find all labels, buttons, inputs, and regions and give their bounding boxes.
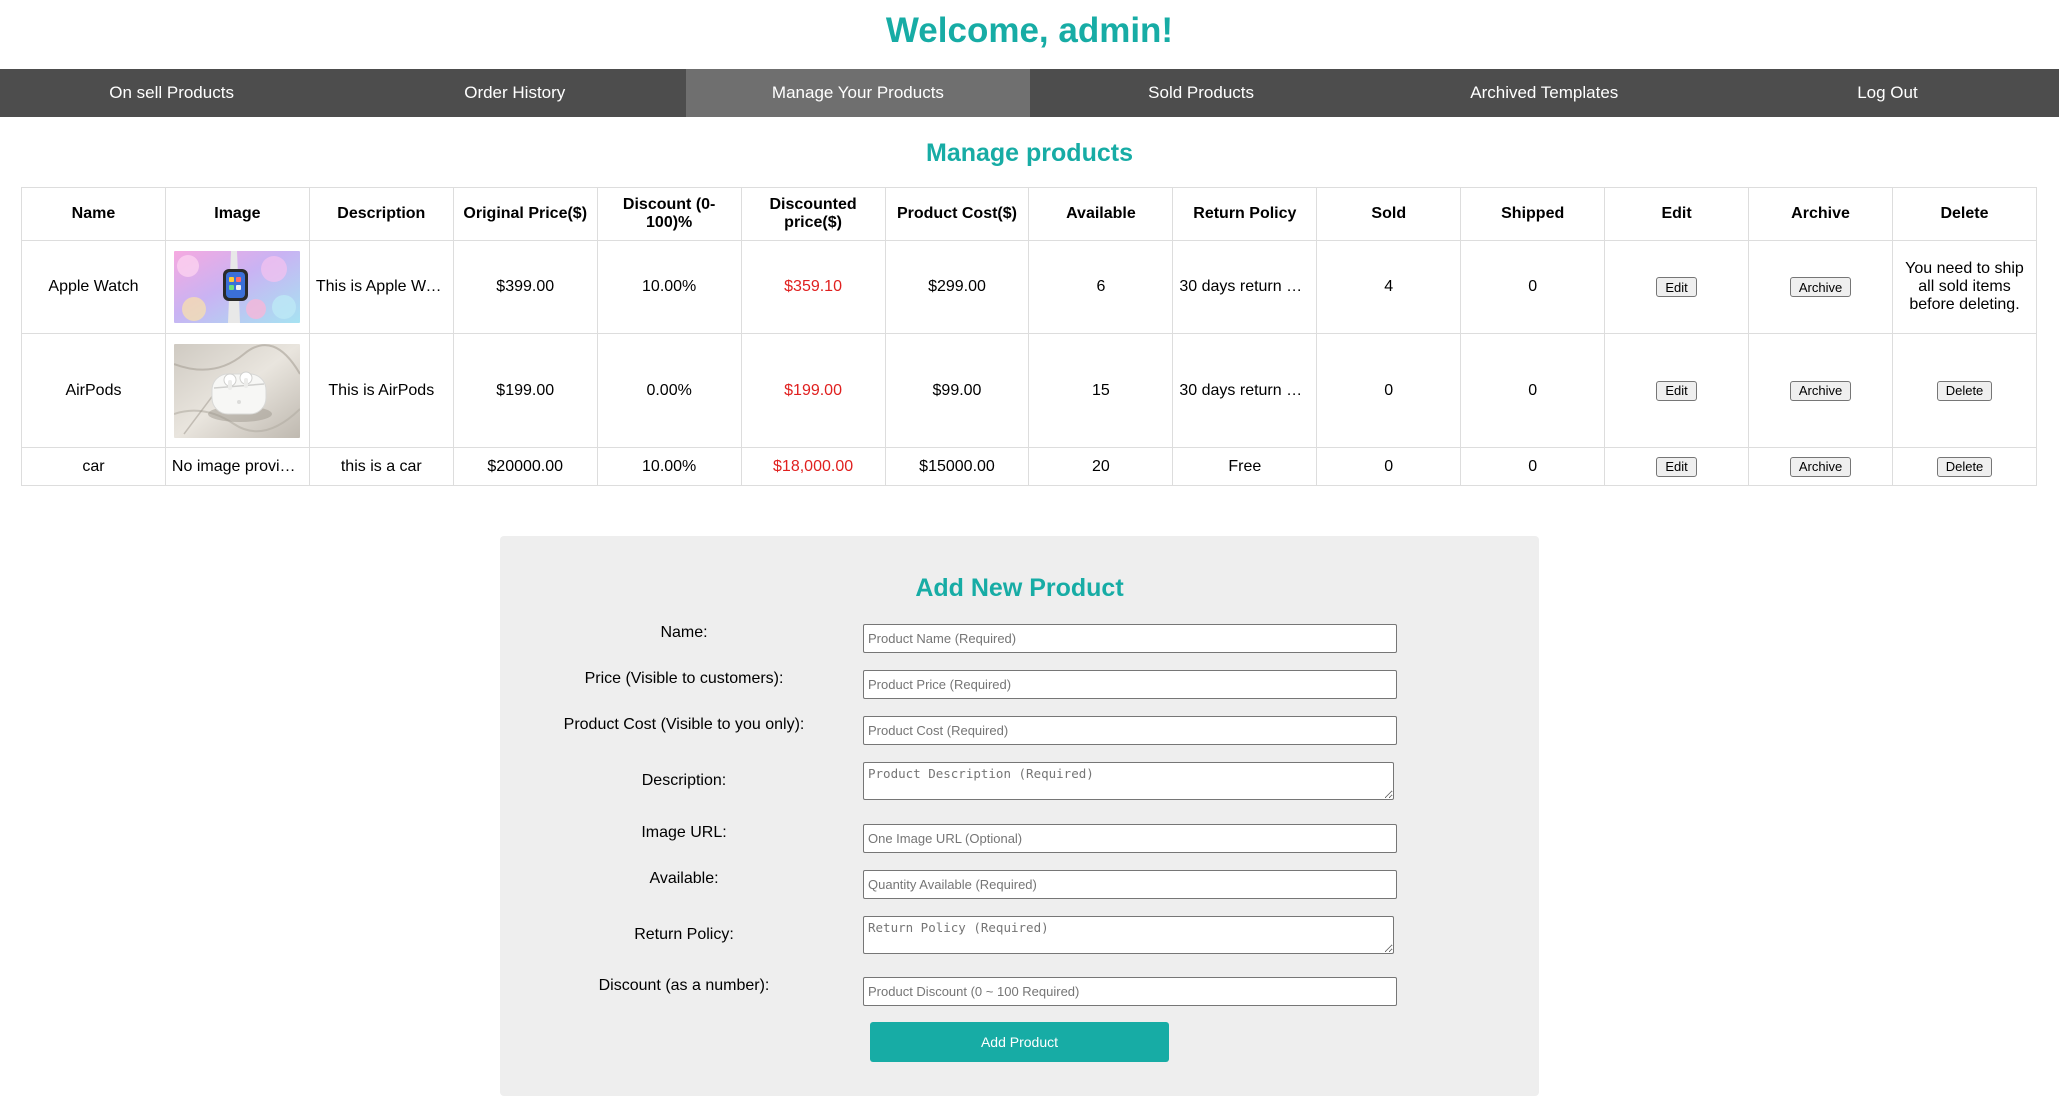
cell-archive: Archive	[1748, 447, 1893, 486]
nav-manage-your-products[interactable]: Manage Your Products	[686, 69, 1030, 117]
nav-log-out[interactable]: Log Out	[1716, 69, 2059, 117]
cell-available: 20	[1028, 447, 1174, 486]
edit-button[interactable]: Edit	[1656, 277, 1697, 297]
column-header-available: Available	[1028, 187, 1174, 241]
return-policy-textarea[interactable]	[863, 916, 1394, 954]
column-header-return-policy: Return Policy	[1172, 187, 1318, 241]
table-row: AirPods This is AirPods $199.00 0.00% $1…	[21, 333, 2038, 448]
welcome-heading: Welcome, admin!	[885, 11, 1174, 50]
image-url-input[interactable]	[863, 824, 1397, 853]
manage-products-title: Manage products	[926, 139, 1133, 167]
cell-name: Apple Watch	[21, 240, 166, 334]
cell-image-missing: No image provided	[164, 447, 310, 486]
cell-delete: Delete	[1891, 447, 2038, 486]
cell-name: AirPods	[21, 333, 166, 448]
nav-sold-products[interactable]: Sold Products	[1030, 69, 1373, 117]
delete-disabled-message: You need to ship all sold items before d…	[1891, 240, 2038, 334]
column-header-discounted-price: Discounted price($)	[740, 187, 886, 241]
cell-edit: Edit	[1604, 240, 1750, 334]
cell-product-cost: $15000.00	[884, 447, 1030, 486]
cell-description: This is Apple Watch	[308, 240, 454, 334]
cell-discounted-price: $199.00	[740, 333, 886, 448]
product-discount-input[interactable]	[863, 977, 1397, 1006]
discount-label: Discount (as a number):	[598, 977, 770, 994]
cell-description: this is a car	[308, 447, 454, 486]
delete-button[interactable]: Delete	[1936, 380, 1993, 401]
name-label: Name:	[660, 624, 708, 641]
cell-sold: 0	[1316, 333, 1462, 448]
cell-shipped: 0	[1460, 333, 1606, 448]
products-table: Name Image Description Original Price($)…	[21, 187, 2038, 486]
price-label: Price (Visible to customers):	[584, 670, 784, 687]
cost-label: Product Cost (Visible to you only):	[563, 716, 805, 733]
cell-available: 15	[1028, 333, 1174, 448]
cell-discount: 0.00%	[596, 333, 742, 448]
cell-return-policy: 30 days return policy	[1172, 240, 1318, 334]
cell-return-policy: 30 days return policy	[1172, 333, 1318, 448]
add-product-button[interactable]: Add Product	[870, 1022, 1169, 1062]
cell-discounted-price: $359.10	[740, 240, 886, 334]
cell-shipped: 0	[1460, 240, 1606, 334]
column-header-description: Description	[308, 187, 454, 241]
edit-button[interactable]: Edit	[1656, 380, 1697, 401]
table-row: Apple Watch This is Apple Watch $399.00 …	[21, 240, 2038, 334]
cell-shipped: 0	[1460, 447, 1606, 486]
column-header-image: Image	[164, 187, 310, 241]
cell-discounted-price: $18,000.00	[740, 447, 886, 486]
cell-return-policy: Free	[1172, 447, 1318, 486]
cell-available: 6	[1028, 240, 1174, 334]
cell-archive: Archive	[1748, 333, 1893, 448]
cell-original-price: $399.00	[452, 240, 598, 334]
column-header-archive: Archive	[1748, 187, 1893, 241]
quantity-available-input[interactable]	[863, 870, 1397, 899]
cell-description: This is AirPods	[308, 333, 454, 448]
cell-sold: 0	[1316, 447, 1462, 486]
cell-sold: 4	[1316, 240, 1462, 334]
column-header-sold: Sold	[1316, 187, 1462, 241]
archive-button[interactable]: Archive	[1789, 456, 1852, 477]
column-header-shipped: Shipped	[1460, 187, 1606, 241]
cell-discount: 10.00%	[596, 447, 742, 486]
column-header-original-price: Original Price($)	[452, 187, 598, 241]
airpods-image	[174, 343, 301, 438]
add-product-form: Add New Product Name: Price (Visible to …	[500, 536, 1539, 1096]
column-header-name: Name	[21, 187, 166, 241]
column-header-edit: Edit	[1604, 187, 1750, 241]
nav-archived-templates[interactable]: Archived Templates	[1373, 69, 1716, 117]
archive-button[interactable]: Archive	[1789, 277, 1852, 297]
cell-original-price: $199.00	[452, 333, 598, 448]
return-policy-label: Return Policy:	[634, 926, 734, 943]
product-cost-input[interactable]	[863, 716, 1397, 745]
cell-image	[164, 240, 310, 334]
top-nav: On sell Products Order History Manage Yo…	[0, 69, 2059, 117]
product-name-input[interactable]	[863, 624, 1397, 653]
image-url-label: Image URL:	[641, 824, 727, 841]
cell-discount: 10.00%	[596, 240, 742, 334]
cell-edit: Edit	[1604, 447, 1750, 486]
column-header-delete: Delete	[1891, 187, 2038, 241]
archive-button[interactable]: Archive	[1789, 380, 1852, 401]
delete-button[interactable]: Delete	[1936, 456, 1993, 477]
nav-on-sell-products[interactable]: On sell Products	[0, 69, 343, 117]
available-label: Available:	[649, 870, 719, 887]
column-header-discount: Discount (0-100)%	[596, 187, 742, 241]
cell-delete: Delete	[1891, 333, 2038, 448]
cell-edit: Edit	[1604, 333, 1750, 448]
table-header-row: Name Image Description Original Price($)…	[21, 187, 2038, 241]
cell-name: car	[21, 447, 166, 486]
cell-archive: Archive	[1748, 240, 1893, 334]
edit-button[interactable]: Edit	[1656, 456, 1697, 477]
cell-image	[164, 333, 310, 448]
product-description-textarea[interactable]	[863, 762, 1394, 800]
cell-original-price: $20000.00	[452, 447, 598, 486]
cell-product-cost: $99.00	[884, 333, 1030, 448]
cell-product-cost: $299.00	[884, 240, 1030, 334]
table-row: car No image provided this is a car $200…	[21, 447, 2038, 486]
nav-order-history[interactable]: Order History	[343, 69, 686, 117]
apple-watch-image	[174, 251, 301, 323]
product-price-input[interactable]	[863, 670, 1397, 699]
add-product-title: Add New Product	[915, 574, 1124, 602]
column-header-product-cost: Product Cost($)	[884, 187, 1030, 241]
description-label: Description:	[641, 772, 727, 789]
